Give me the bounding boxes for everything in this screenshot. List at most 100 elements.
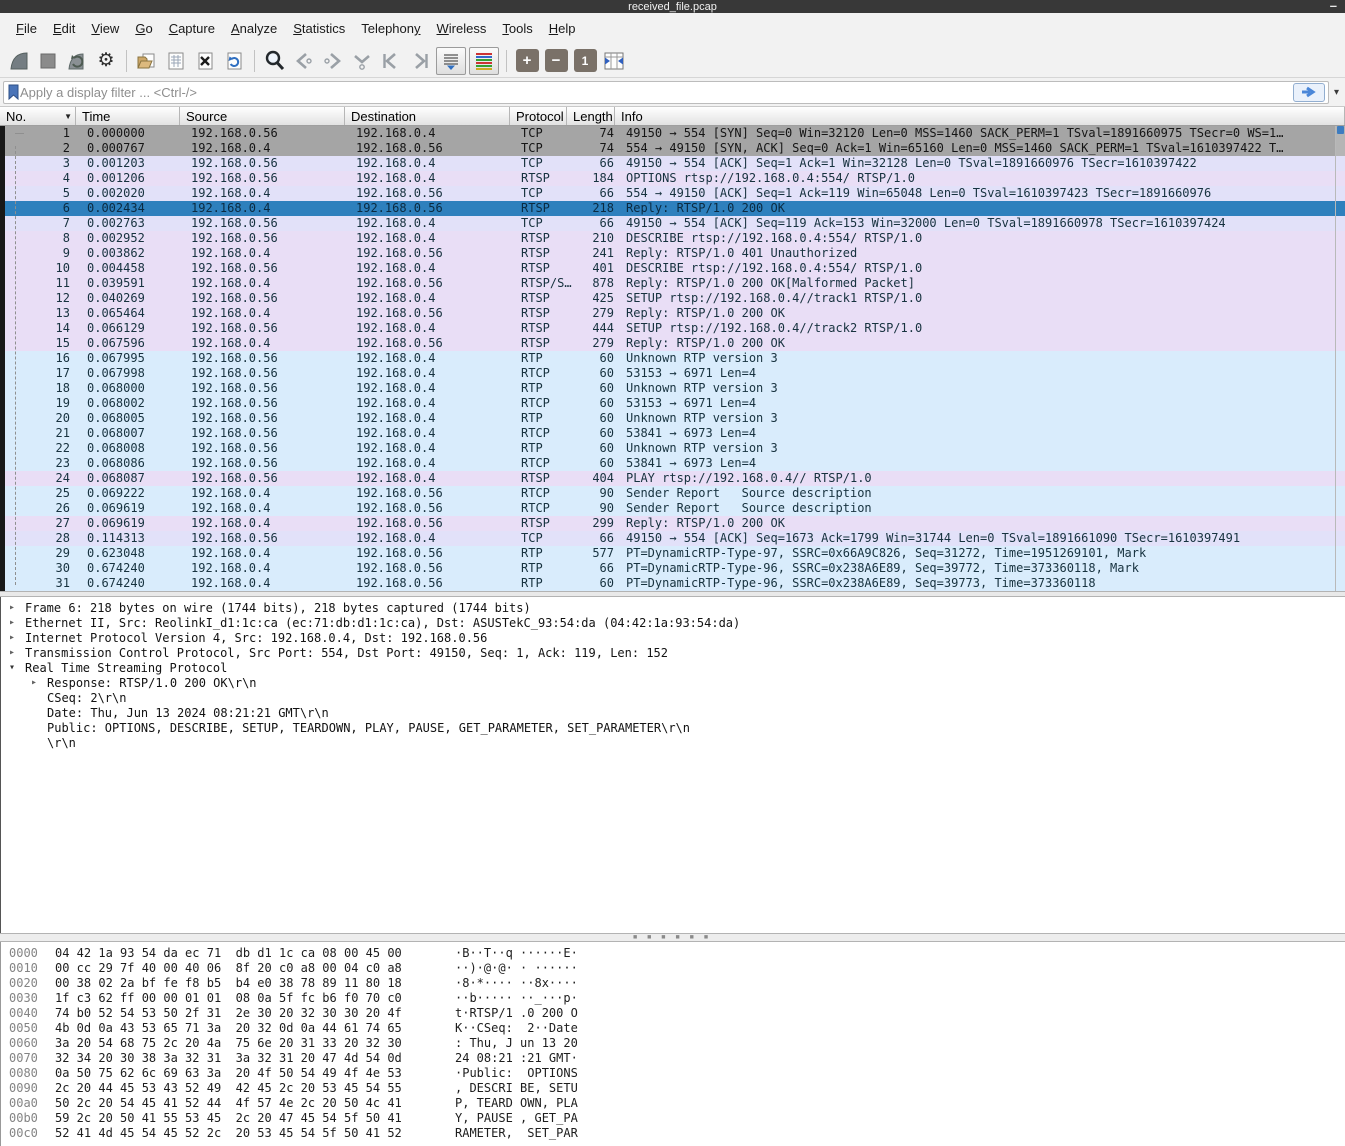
packet-row[interactable]: 120.040269192.168.0.56192.168.0.4RTSP425…: [5, 291, 1345, 306]
hex-row[interactable]: 00800a 50 75 62 6c 69 63 3a 20 4f 50 54 …: [1, 1066, 1345, 1081]
bookmark-icon[interactable]: [7, 84, 20, 101]
save-file-icon[interactable]: [163, 48, 189, 74]
detail-line[interactable]: CSeq: 2\r\n: [1, 690, 1345, 705]
stop-capture-icon[interactable]: [35, 48, 61, 74]
packet-row[interactable]: 10.000000192.168.0.56192.168.0.4TCP74491…: [5, 126, 1345, 141]
hex-row[interactable]: 007032 34 20 30 38 3a 32 31 3a 32 31 20 …: [1, 1051, 1345, 1066]
packet-row[interactable]: 260.069619192.168.0.4192.168.0.56RTCP90S…: [5, 501, 1345, 516]
hex-row[interactable]: 00b059 2c 20 50 41 55 53 45 2c 20 47 45 …: [1, 1111, 1345, 1126]
packet-row[interactable]: 230.068086192.168.0.56192.168.0.4RTCP605…: [5, 456, 1345, 471]
detail-line[interactable]: ▸Response: RTSP/1.0 200 OK\r\n: [1, 675, 1345, 690]
hex-row[interactable]: 000004 42 1a 93 54 da ec 71 db d1 1c ca …: [1, 946, 1345, 961]
menu-capture[interactable]: Capture: [161, 17, 223, 40]
packet-row[interactable]: 70.002763192.168.0.56192.168.0.4TCP66491…: [5, 216, 1345, 231]
detail-line[interactable]: Public: OPTIONS, DESCRIBE, SETUP, TEARDO…: [1, 720, 1345, 735]
menu-edit[interactable]: Edit: [45, 17, 83, 40]
column-header-protocol[interactable]: Protocol: [510, 107, 567, 125]
menu-tools[interactable]: Tools: [494, 17, 540, 40]
packet-row[interactable]: 180.068000192.168.0.56192.168.0.4RTP60Un…: [5, 381, 1345, 396]
packet-row[interactable]: 30.001203192.168.0.56192.168.0.4TCP66491…: [5, 156, 1345, 171]
packet-row[interactable]: 80.002952192.168.0.56192.168.0.4RTSP210D…: [5, 231, 1345, 246]
menu-file[interactable]: File: [8, 17, 45, 40]
next-packet-icon[interactable]: [320, 48, 346, 74]
packet-row[interactable]: 310.674240192.168.0.4192.168.0.56RTP60PT…: [5, 576, 1345, 591]
packet-row[interactable]: 190.068002192.168.0.56192.168.0.4RTCP605…: [5, 396, 1345, 411]
hex-row[interactable]: 002000 38 02 2a bf fe f8 b5 b4 e0 38 78 …: [1, 976, 1345, 991]
detail-line[interactable]: \r\n: [1, 735, 1345, 750]
packet-row[interactable]: 270.069619192.168.0.4192.168.0.56RTSP299…: [5, 516, 1345, 531]
open-file-icon[interactable]: [134, 48, 160, 74]
packet-row[interactable]: 20.000767192.168.0.4192.168.0.56TCP74554…: [5, 141, 1345, 156]
display-filter-input[interactable]: [20, 85, 1289, 100]
expanded-arrow-icon[interactable]: ▾: [9, 662, 25, 673]
detail-line[interactable]: ▾Real Time Streaming Protocol: [1, 660, 1345, 675]
packet-row[interactable]: 100.004458192.168.0.56192.168.0.4RTSP401…: [5, 261, 1345, 276]
collapsed-arrow-icon[interactable]: ▸: [9, 602, 25, 613]
zoom-100-icon[interactable]: 1: [572, 48, 598, 74]
detail-line[interactable]: Date: Thu, Jun 13 2024 08:21:21 GMT\r\n: [1, 705, 1345, 720]
hex-row[interactable]: 00c052 41 4d 45 54 45 52 2c 20 53 45 54 …: [1, 1126, 1345, 1141]
scrollbar-thumb[interactable]: [1337, 126, 1344, 134]
zoom-out-icon[interactable]: −: [543, 48, 569, 74]
detail-line[interactable]: ▸Transmission Control Protocol, Src Port…: [1, 645, 1345, 660]
detail-line[interactable]: ▸Frame 6: 218 bytes on wire (1744 bits),…: [1, 600, 1345, 615]
menu-view[interactable]: View: [83, 17, 127, 40]
packet-row[interactable]: 240.068087192.168.0.56192.168.0.4RTSP404…: [5, 471, 1345, 486]
auto-scroll-icon[interactable]: [436, 47, 466, 75]
zoom-in-icon[interactable]: +: [514, 48, 540, 74]
column-header-info[interactable]: Info: [615, 107, 1345, 125]
packet-row[interactable]: 50.002020192.168.0.4192.168.0.56TCP66554…: [5, 186, 1345, 201]
packet-row[interactable]: 160.067995192.168.0.56192.168.0.4RTP60Un…: [5, 351, 1345, 366]
pane-splitter-handle[interactable]: ■ ■ ■ ■ ■ ■: [0, 933, 1345, 942]
column-header-destination[interactable]: Destination: [345, 107, 510, 125]
collapsed-arrow-icon[interactable]: ▸: [9, 632, 25, 643]
column-header-time[interactable]: Time: [76, 107, 180, 125]
resize-columns-icon[interactable]: [601, 48, 627, 74]
packet-row[interactable]: 300.674240192.168.0.4192.168.0.56RTP66PT…: [5, 561, 1345, 576]
packet-row[interactable]: 130.065464192.168.0.4192.168.0.56RTSP279…: [5, 306, 1345, 321]
goto-packet-icon[interactable]: [349, 48, 375, 74]
close-file-icon[interactable]: [192, 48, 218, 74]
menu-help[interactable]: Help: [541, 17, 584, 40]
hex-row[interactable]: 00603a 20 54 68 75 2c 20 4a 75 6e 20 31 …: [1, 1036, 1345, 1051]
packet-row[interactable]: 220.068008192.168.0.56192.168.0.4RTP60Un…: [5, 441, 1345, 456]
hex-row[interactable]: 00902c 20 44 45 53 43 52 49 42 45 2c 20 …: [1, 1081, 1345, 1096]
packet-row[interactable]: 250.069222192.168.0.4192.168.0.56RTCP90S…: [5, 486, 1345, 501]
column-header-length[interactable]: Length: [567, 107, 615, 125]
menu-statistics[interactable]: Statistics: [285, 17, 353, 40]
column-header-source[interactable]: Source: [180, 107, 345, 125]
capture-options-icon[interactable]: ⚙: [93, 48, 119, 74]
packet-row[interactable]: 170.067998192.168.0.56192.168.0.4RTCP605…: [5, 366, 1345, 381]
first-packet-icon[interactable]: [378, 48, 404, 74]
packet-row[interactable]: 40.001206192.168.0.56192.168.0.4RTSP184O…: [5, 171, 1345, 186]
previous-packet-icon[interactable]: [291, 48, 317, 74]
column-header-no[interactable]: No.▼: [0, 107, 76, 125]
hex-row[interactable]: 004074 b0 52 54 53 50 2f 31 2e 30 20 32 …: [1, 1006, 1345, 1021]
hex-row[interactable]: 001000 cc 29 7f 40 00 40 06 8f 20 c0 a8 …: [1, 961, 1345, 976]
filter-expression-chevron-icon[interactable]: ▾: [1329, 87, 1342, 98]
restart-capture-icon[interactable]: [64, 48, 90, 74]
packet-row[interactable]: 140.066129192.168.0.56192.168.0.4RTSP444…: [5, 321, 1345, 336]
detail-line[interactable]: ▸Ethernet II, Src: ReolinkI_d1:1c:ca (ec…: [1, 615, 1345, 630]
menu-analyze[interactable]: Analyze: [223, 17, 285, 40]
minimize-button[interactable]: –: [1330, 0, 1337, 13]
colorize-icon[interactable]: [469, 47, 499, 75]
packet-list-scrollbar[interactable]: [1335, 126, 1345, 591]
packet-row[interactable]: 200.068005192.168.0.56192.168.0.4RTP60Un…: [5, 411, 1345, 426]
apply-filter-button[interactable]: [1293, 83, 1325, 102]
hex-row[interactable]: 00a050 2c 20 54 45 41 52 44 4f 57 4e 2c …: [1, 1096, 1345, 1111]
reload-file-icon[interactable]: [221, 48, 247, 74]
menu-telephony[interactable]: Telephony: [353, 17, 428, 40]
display-filter-box[interactable]: [3, 81, 1329, 104]
detail-line[interactable]: ▸Internet Protocol Version 4, Src: 192.1…: [1, 630, 1345, 645]
menu-go[interactable]: Go: [127, 17, 160, 40]
packet-row[interactable]: 280.114313192.168.0.56192.168.0.4TCP6649…: [5, 531, 1345, 546]
collapsed-arrow-icon[interactable]: ▸: [9, 647, 25, 658]
menu-wireless[interactable]: Wireless: [429, 17, 495, 40]
collapsed-arrow-icon[interactable]: ▸: [9, 617, 25, 628]
collapsed-arrow-icon[interactable]: ▸: [31, 677, 47, 688]
hex-row[interactable]: 00301f c3 62 ff 00 00 01 01 08 0a 5f fc …: [1, 991, 1345, 1006]
last-packet-icon[interactable]: [407, 48, 433, 74]
packet-row[interactable]: 60.002434192.168.0.4192.168.0.56RTSP218R…: [5, 201, 1345, 216]
start-capture-icon[interactable]: [6, 48, 32, 74]
